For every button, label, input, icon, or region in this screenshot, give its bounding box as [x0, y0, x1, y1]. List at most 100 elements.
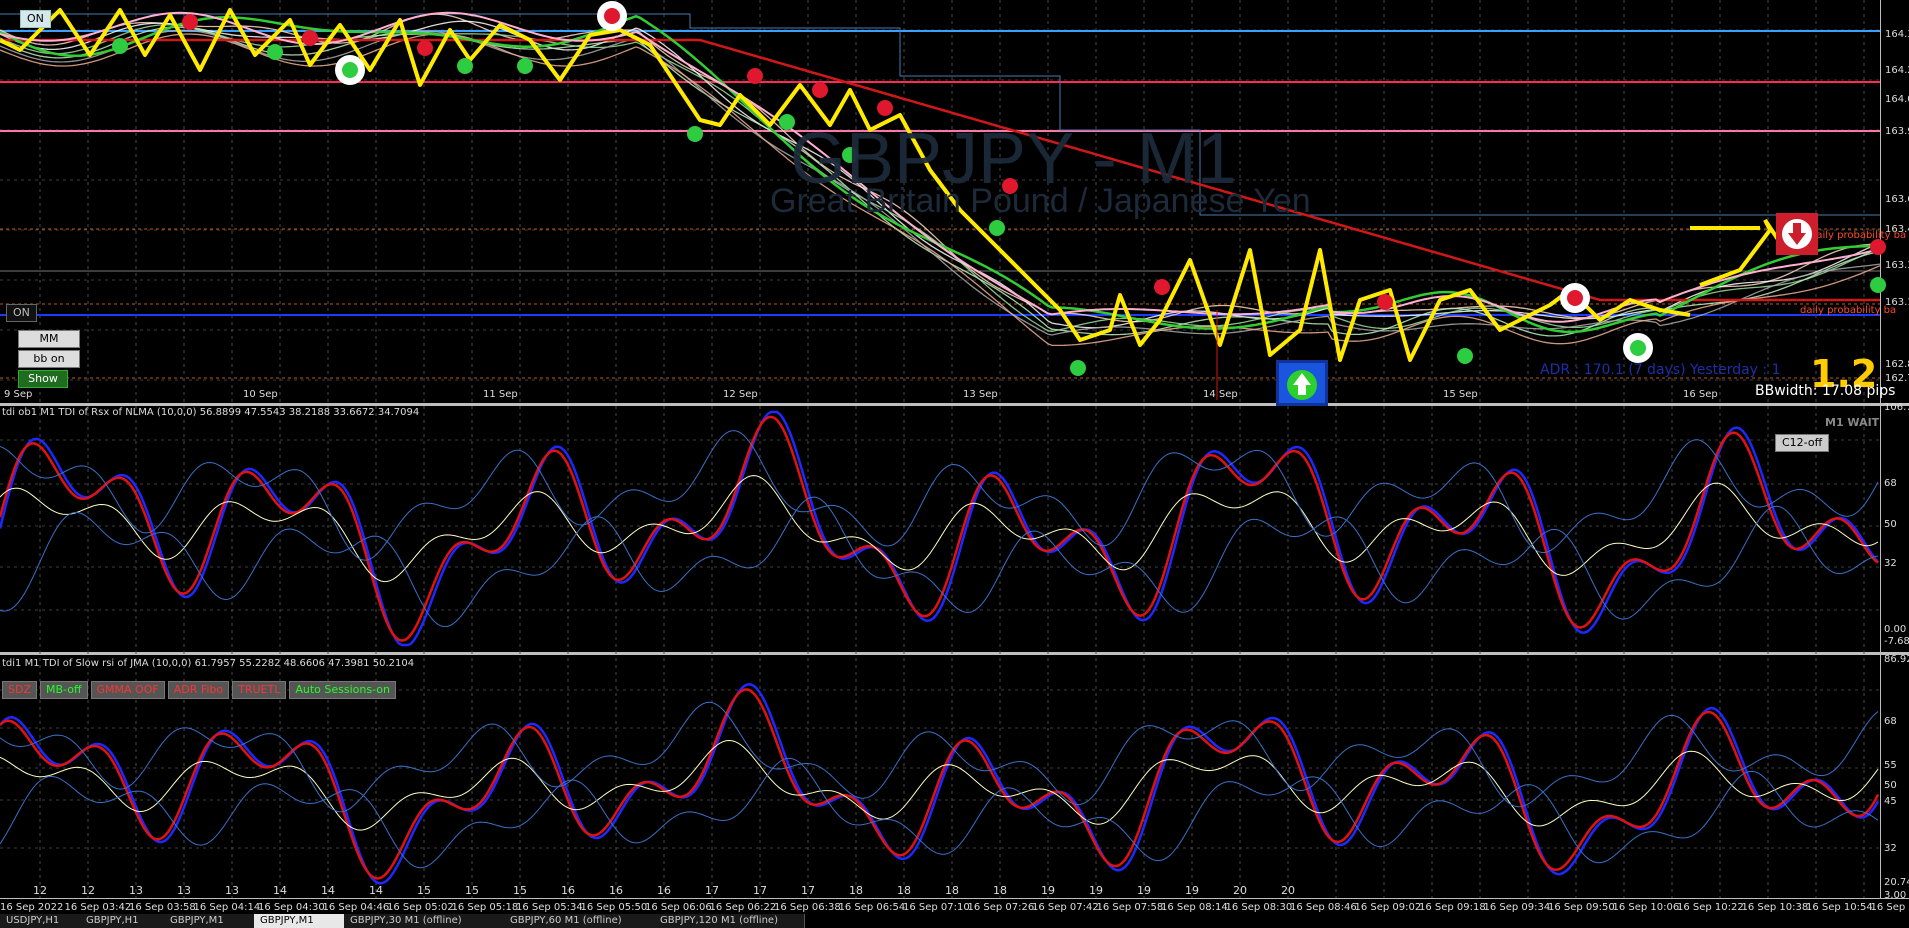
time-axis-label: 16 Sep 06:54 — [839, 902, 906, 913]
date-tick: 15 Sep — [1443, 389, 1478, 400]
hour-label: 15 — [417, 884, 431, 897]
time-axis-label: 16 Sep 04:14 — [194, 902, 261, 913]
indicator-1-tick: 68 — [1884, 478, 1897, 489]
indicator-2-tick: 3.00 — [1884, 890, 1906, 901]
hour-label: 16 — [657, 884, 671, 897]
time-axis-label: 16 Sep 07:26 — [968, 902, 1035, 913]
indicator-toggle-button[interactable]: GMMA OOF — [90, 681, 165, 699]
hour-label: 13 — [177, 884, 191, 897]
indicator-2-tick: 20.74 — [1884, 877, 1909, 888]
hour-label: 15 — [513, 884, 527, 897]
indicator-2-lines — [0, 683, 1880, 885]
indicator-toggle-button[interactable]: TRUETL — [232, 681, 287, 699]
time-axis-label: 16 Sep 05:18 — [452, 902, 519, 913]
bbwidth-label: BBwidth: 17.08 pips — [1755, 383, 1896, 399]
adr-text: ADR : 170.1 (7 days) Yesterday : 1 — [1540, 362, 1781, 378]
time-axis-label: 16 Sep 08:30 — [1226, 902, 1293, 913]
red-signal-dot — [812, 82, 828, 98]
indicator-1-status: M1 WAIT — [1825, 416, 1880, 429]
oscillator-line — [0, 496, 1879, 628]
hour-label: 17 — [801, 884, 815, 897]
red-signal-dot — [1870, 239, 1886, 255]
sell-arrow-icon — [1776, 213, 1818, 255]
indicator-toggle-button[interactable]: MB-off — [40, 681, 88, 699]
time-axis-label: 16 Sep 07:10 — [903, 902, 970, 913]
green-signal-dot — [1070, 360, 1086, 376]
green-signal-dot — [1457, 348, 1473, 364]
hour-label: 17 — [705, 884, 719, 897]
chart-tab[interactable]: GBPJPY,M1 — [164, 914, 255, 928]
indicator-toggle-button[interactable]: Auto Sessions-on — [289, 681, 396, 699]
hour-label: 19 — [1185, 884, 1199, 897]
show-button[interactable]: Show — [18, 370, 68, 388]
indicator-2-tick: 86.92 — [1884, 654, 1909, 665]
indicator-2-tick: 32 — [1884, 843, 1897, 854]
time-axis-label: 16 Sep 04:46 — [323, 902, 390, 913]
hour-label: 16 — [561, 884, 575, 897]
indicator-toggle-button[interactable]: ADR Fibo — [167, 681, 230, 699]
oscillator-line — [0, 415, 1879, 642]
time-axis-label: 16 Sep 03:42 — [65, 902, 132, 913]
chart-tab[interactable]: GBPJPY,H1 — [80, 914, 165, 928]
price-axis-line — [1880, 0, 1881, 898]
indicator-1-tick: 32 — [1884, 558, 1897, 569]
time-axis-label: 16 Sep 07:58 — [1097, 902, 1164, 913]
date-tick: 9 Sep — [4, 389, 32, 400]
date-tick: 12 Sep — [723, 389, 758, 400]
green-signal-dot — [112, 38, 128, 54]
indicator-2-tick: 50 — [1884, 780, 1897, 791]
indicator-2-tick: 55 — [1884, 760, 1897, 771]
bb-on-button[interactable]: bb on — [18, 350, 80, 368]
on-toggle-button[interactable]: ON — [6, 304, 37, 322]
time-axis-label: 16 Sep 10:38 — [1742, 902, 1809, 913]
time-axis-label: 16 Sep 05:02 — [387, 902, 454, 913]
time-axis-label: 16 Sep 05:34 — [516, 902, 583, 913]
red-signal-dot — [1154, 279, 1170, 295]
red-signal-dot — [747, 68, 763, 84]
indicator-2-tick: 45 — [1884, 796, 1897, 807]
hour-label: 14 — [321, 884, 335, 897]
green-signal-dot — [1870, 277, 1886, 293]
hour-label: 15 — [465, 884, 479, 897]
time-axis-label: 16 Sep 04:30 — [258, 902, 325, 913]
price-tick: 164.0 — [1885, 94, 1909, 105]
hour-label: 16 — [609, 884, 623, 897]
hour-label: 12 — [33, 884, 47, 897]
indicator-toggle-button[interactable]: SDZ — [2, 681, 37, 699]
hour-label: 18 — [945, 884, 959, 897]
red-signal-dot — [877, 100, 893, 116]
date-tick: 10 Sep — [243, 389, 278, 400]
oscillator-line — [0, 701, 1879, 813]
time-axis-label: 16 Sep 05:50 — [581, 902, 648, 913]
buy-arrow-icon — [1276, 360, 1328, 406]
indicator-1-tick: 106.72 — [1884, 402, 1909, 413]
price-tick: 162.8 — [1885, 359, 1909, 370]
on-toggle-top-button[interactable]: ON — [20, 10, 51, 28]
time-axis-label: 16 Sep 08:46 — [1290, 902, 1357, 913]
green-signal-dot — [989, 220, 1005, 236]
hour-label: 18 — [849, 884, 863, 897]
indicator-2-tick: 68 — [1884, 716, 1897, 727]
chart-tab[interactable]: GBPJPY,60 M1 (offline) — [504, 914, 655, 928]
chart-tab[interactable]: GBPJPY,30 M1 (offline) — [344, 914, 505, 928]
time-axis-label: 16 Sep 2022 — [0, 902, 63, 913]
hour-label: 19 — [1137, 884, 1151, 897]
daily-probability-label-top: daily probability ba — [1810, 230, 1907, 241]
c12-off-button[interactable]: C12-off — [1775, 434, 1830, 452]
mm-button[interactable]: MM — [18, 330, 80, 348]
oscillator-line — [0, 475, 1879, 583]
symbol-description-watermark: Great Britain Pound / Japanese Yen — [770, 182, 1311, 220]
chart-tab[interactable]: GBPJPY,120 M1 (offline) — [654, 914, 805, 928]
green-signal-dot — [517, 58, 533, 74]
indicator-1-tick: 50 — [1884, 519, 1897, 530]
date-tick: 11 Sep — [483, 389, 518, 400]
indicator-1-tick: -7.689 — [1884, 636, 1909, 647]
red-signal-dot — [1377, 294, 1393, 310]
red-signal-dot — [417, 40, 433, 56]
daily-probability-label-bottom: daily probability ba — [1800, 305, 1897, 316]
chart-tab[interactable]: GBPJPY,M1 — [254, 914, 345, 928]
time-axis-label: 16 Sep 09:50 — [1548, 902, 1615, 913]
chart-tab[interactable]: USDJPY,H1 — [0, 914, 81, 928]
green-signal-dot — [687, 126, 703, 142]
indicator-1-tick: 0.00 — [1884, 624, 1906, 635]
